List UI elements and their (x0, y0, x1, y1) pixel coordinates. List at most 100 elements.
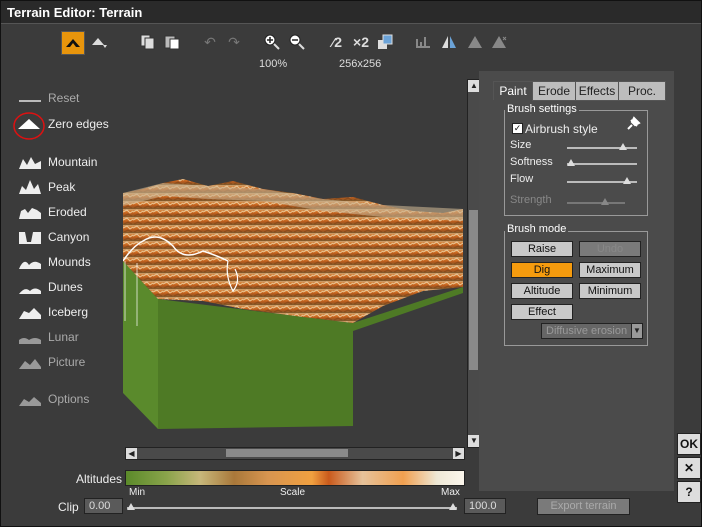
iceberg-icon (19, 308, 41, 319)
tool-mountain[interactable]: Mountain (17, 153, 117, 173)
copy-icon[interactable] (137, 31, 159, 53)
canyon-icon (19, 232, 41, 244)
picture-icon (19, 359, 41, 369)
minimum-button[interactable]: Minimum (579, 283, 641, 299)
flow-slider[interactable] (567, 177, 637, 184)
tool-dunes[interactable]: Dunes (17, 278, 117, 298)
altitude-button[interactable]: Altitude (511, 283, 573, 299)
airbrush-checkbox[interactable]: ✓ (512, 123, 523, 134)
tool-label: Zero edges (48, 117, 109, 131)
altitude-color-ramp[interactable] (125, 470, 465, 486)
cancel-button[interactable]: ✕ (677, 457, 701, 479)
export-terrain-button[interactable]: Export terrain (537, 498, 630, 515)
reset-icon (19, 100, 41, 102)
raise-button[interactable]: Raise (511, 241, 573, 257)
options-icon (19, 397, 41, 406)
terrain-preview (122, 179, 463, 429)
terrain-editor-window: Terrain Editor: Terrain ↶ ↷ ⁄ 2 ×2 100% … (0, 0, 702, 527)
mountain-icon (19, 157, 41, 169)
tool-picture[interactable]: Picture (17, 353, 117, 373)
zoom-out-icon[interactable] (286, 31, 308, 53)
undo-button[interactable]: Undo (579, 241, 641, 257)
redo-icon[interactable]: ↷ (223, 31, 245, 53)
size-slider[interactable] (567, 143, 637, 150)
tool-label: Dunes (48, 280, 83, 294)
dunes-icon (19, 288, 41, 294)
double-label: ×2 (353, 34, 369, 50)
tool-iceberg[interactable]: Iceberg (17, 303, 117, 323)
tool-label: Lunar (48, 330, 79, 344)
halve-resolution-button[interactable]: ⁄ 2 (324, 31, 350, 53)
zoom-level: 100% (259, 58, 288, 70)
mirror-icon[interactable] (438, 31, 460, 53)
clip-min-field[interactable]: 0.00 (84, 498, 123, 514)
paste-icon[interactable] (161, 31, 183, 53)
peak-icon (19, 180, 41, 194)
effect-button[interactable]: Effect (511, 304, 573, 320)
sharpen-icon[interactable] (488, 31, 510, 53)
scroll-right-arrow-icon[interactable]: ▶ (453, 448, 464, 459)
tool-label: Options (48, 392, 90, 406)
tool-label: Peak (48, 180, 76, 194)
clip-label: Clip (58, 500, 79, 514)
clip-max-knob[interactable] (449, 503, 457, 510)
strength-slider-knob (600, 198, 609, 205)
tool-label: Reset (48, 91, 80, 105)
tool-zero-edges[interactable]: Zero edges (13, 112, 117, 140)
dig-button[interactable]: Dig (511, 262, 573, 278)
effect-select[interactable]: Diffusive erosion (541, 323, 635, 339)
airbrush-label: Airbrush style (525, 122, 598, 136)
brush-mode-title: Brush mode (505, 223, 569, 235)
undo-icon[interactable]: ↶ (199, 31, 221, 53)
tool-eroded[interactable]: Eroded (17, 203, 117, 223)
tool-peak[interactable]: Peak (17, 178, 117, 198)
tool-label: Canyon (48, 230, 90, 244)
ramp-scale-label: Scale (280, 487, 306, 498)
clip-min-knob[interactable] (127, 503, 135, 510)
tool-lunar[interactable]: Lunar (17, 328, 117, 348)
lunar-icon (19, 338, 41, 344)
resize-icon[interactable] (374, 31, 396, 53)
effect-dropdown-arrow-icon[interactable]: ▼ (631, 323, 643, 339)
double-resolution-button[interactable]: ×2 (350, 31, 372, 53)
vertical-scroll-thumb[interactable] (469, 210, 478, 370)
scroll-left-arrow-icon[interactable]: ◀ (126, 448, 137, 459)
view-dropdown-icon[interactable] (89, 31, 111, 53)
clip-max-field[interactable]: 100.0 (464, 498, 506, 514)
terrain-view-icon[interactable] (61, 31, 85, 55)
tool-label: Eroded (48, 205, 87, 219)
eroded-icon (19, 208, 41, 219)
maximum-button[interactable]: Maximum (579, 262, 641, 278)
horizontal-scroll-thumb[interactable] (226, 449, 348, 457)
help-button[interactable]: ? (677, 481, 701, 503)
tab-paint[interactable]: Paint (493, 81, 533, 100)
flow-slider-knob[interactable] (622, 177, 631, 184)
pin-icon[interactable] (625, 116, 641, 132)
flow-label: Flow (510, 173, 534, 185)
ok-button[interactable]: OK (677, 433, 701, 455)
flatten-icon[interactable] (412, 31, 434, 53)
clip-range-slider[interactable] (127, 503, 457, 510)
strength-slider (567, 198, 625, 205)
tool-options[interactable]: Options (17, 390, 117, 410)
terrain-3d-viewport[interactable] (122, 81, 463, 446)
tool-canyon[interactable]: Canyon (17, 228, 117, 248)
resolution-readout: 256x256 (339, 58, 382, 70)
tool-reset[interactable]: Reset (17, 89, 117, 109)
tab-effects[interactable]: Effects (575, 81, 619, 101)
ramp-max-label: Max (441, 487, 460, 498)
softness-slider[interactable] (566, 159, 637, 166)
tab-proc[interactable]: Proc. (618, 81, 666, 101)
mounds-icon (19, 261, 41, 269)
softness-slider-knob[interactable] (566, 159, 575, 166)
tool-label: Iceberg (48, 305, 89, 319)
altitudes-label: Altitudes (76, 472, 123, 486)
viewport-horizontal-scrollbar[interactable]: ◀ ▶ (125, 447, 465, 460)
tool-mounds[interactable]: Mounds (17, 253, 117, 273)
tab-erode[interactable]: Erode (532, 81, 576, 101)
smooth-icon[interactable] (464, 31, 486, 53)
tool-label: Mounds (48, 255, 91, 269)
size-slider-knob[interactable] (619, 143, 627, 150)
zoom-in-icon[interactable] (261, 31, 283, 53)
window-title: Terrain Editor: Terrain (7, 5, 143, 20)
